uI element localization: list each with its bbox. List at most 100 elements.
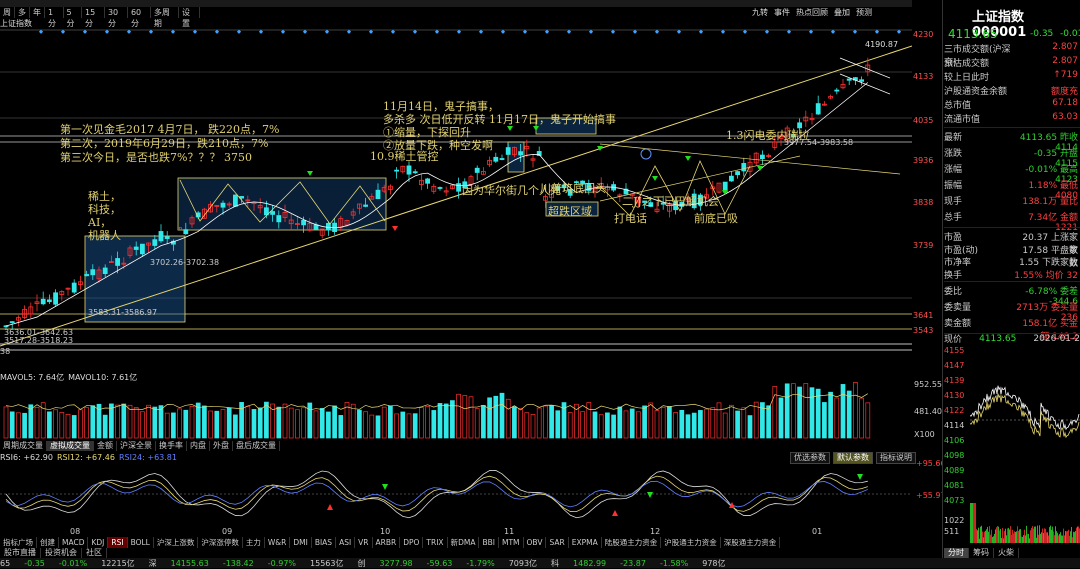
indicator-tab[interactable]: 沪深上涨数 [154, 537, 199, 548]
period-tab[interactable]: 周 [0, 7, 15, 18]
mini-chart-header: 现价 4113.65 2026-01-2 [944, 332, 1080, 346]
mini-tab[interactable]: 筹码 [969, 548, 994, 558]
indicator-tab[interactable]: MTM [499, 537, 524, 548]
indicator-tab[interactable]: DMI [290, 537, 312, 548]
toolbar-item[interactable]: 热点回顾 [796, 7, 828, 18]
toolbar-item[interactable]: 事件 [774, 7, 790, 18]
indicator-tab[interactable]: TRIX [423, 537, 448, 548]
volume-bar [691, 412, 697, 439]
period-tab[interactable]: 30分 [105, 7, 128, 28]
indicator-tab[interactable]: 沪股通主力资金 [661, 537, 721, 548]
mini-tick: 4139 [944, 376, 965, 385]
mini-volume-bar [1057, 532, 1058, 543]
volume-tab[interactable]: 外盘 [210, 441, 233, 451]
indicator-tab[interactable]: MACD [59, 537, 89, 548]
indicator-tab[interactable]: 新DMA [448, 537, 480, 548]
mini-volume-bar [985, 530, 986, 543]
indicator-tab[interactable]: 主力 [243, 537, 265, 548]
mini-volume-bar [1050, 525, 1051, 543]
indicator-tab[interactable]: ASI [336, 537, 356, 548]
indicator-tab[interactable]: 沪深涨停数 [198, 537, 243, 548]
period-tab[interactable]: 设置 [179, 7, 201, 28]
toolbar-item[interactable]: 预测 [856, 7, 872, 18]
mini-tab[interactable]: 分时 [944, 548, 969, 558]
indicator-tab[interactable]: BIAS [312, 537, 337, 548]
volume-bar [617, 406, 623, 439]
quote-separator [944, 127, 1080, 128]
volume-bar [16, 412, 21, 439]
annotation-line: 机器人 [88, 229, 121, 242]
mini-volume-bar [1067, 530, 1068, 543]
period-tab[interactable]: 多 [15, 7, 30, 18]
price-tick: 3838 [913, 198, 934, 207]
quote-value: ↑719 [1053, 70, 1078, 80]
rsi-chart[interactable] [0, 464, 912, 526]
toolbar-item[interactable]: 九转 [752, 7, 768, 18]
volume-tab[interactable]: 盘后成交量 [233, 441, 280, 451]
indicator-tab[interactable]: W&R [265, 537, 291, 548]
annotation-line: 第一次见金毛2017 4月7日， 跌220点，7% [60, 123, 280, 136]
indicator-tab[interactable]: KDJ [88, 537, 109, 548]
volume-bar [809, 387, 815, 439]
indicator-tab[interactable]: 指标广场 [0, 537, 37, 548]
candle-body [499, 158, 505, 160]
volume-tab[interactable]: 金额 [94, 441, 117, 451]
indicator-tab[interactable]: RSI [108, 537, 128, 548]
volume-bar [487, 397, 492, 439]
indicator-tab[interactable]: 创建 [37, 537, 59, 548]
indicator-tab[interactable]: SAR [546, 537, 569, 548]
mini-volume-bar [983, 537, 984, 543]
period-tab[interactable]: 60分 [128, 7, 151, 28]
period-tab[interactable]: 15分 [82, 7, 105, 28]
month-label: 12 [650, 527, 661, 536]
mini-volume-bar [1053, 531, 1054, 543]
indicator-tab[interactable]: 陆股通主力资金 [602, 537, 662, 548]
indicator-tab[interactable]: DPO [400, 537, 424, 548]
volume-bar [592, 411, 598, 439]
volume-tab[interactable]: 换手率 [156, 441, 187, 451]
candlestick-chart[interactable] [0, 26, 912, 370]
bottom-tab[interactable]: 投资机会 [41, 548, 82, 558]
mini-volume-bar [1011, 534, 1012, 543]
indicator-tab[interactable]: BBI [479, 537, 499, 548]
volume-tab[interactable]: 周期成交量 [0, 441, 47, 451]
quote-value: 2713万 委买量 236 [1016, 303, 1078, 323]
bottom-tab[interactable]: 社区 [82, 548, 107, 558]
quote-row: 沪股通资金余额 额度充 [944, 84, 1080, 98]
status-value: -0.97% [267, 558, 297, 568]
rsi-param-button[interactable]: 默认参数 [833, 452, 873, 464]
mini-tab[interactable]: 火柴 [994, 548, 1019, 558]
volume-chart[interactable] [0, 380, 912, 440]
candle-body [84, 274, 89, 277]
toolbar-item[interactable]: 叠加 [834, 7, 850, 18]
volume-tab[interactable]: 虚拟成交量 [47, 441, 94, 451]
quote-separator [944, 281, 1080, 282]
period-tab[interactable]: 1分 [45, 7, 64, 28]
indicator-tab[interactable]: OBV [524, 537, 547, 548]
indicator-tab[interactable]: VR [355, 537, 373, 548]
quote-value: -0.01% 最高 4123 [1025, 165, 1078, 185]
volume-bar [673, 412, 678, 439]
indicator-tab[interactable]: 深股通主力资金 [721, 537, 781, 548]
indicator-tab[interactable]: BOLL [128, 537, 154, 548]
annotation-rare-earth: 稀土， 科技， AI， 机器人 [88, 190, 121, 242]
bottom-tab[interactable]: 股市直播 [0, 548, 41, 558]
channel-line [839, 73, 891, 95]
volume-bar [332, 405, 337, 439]
mini-volume-bar [1070, 531, 1071, 543]
intraday-mini-chart[interactable] [970, 345, 1080, 545]
rsi-param-button[interactable]: 优选参数 [790, 452, 830, 464]
volume-bar [78, 409, 83, 439]
indicator-tab[interactable]: ARBR [373, 537, 401, 548]
rsi-param-buttons: 优选参数 默认参数 指标说明 [790, 452, 916, 464]
volume-bar [822, 402, 827, 439]
period-tab[interactable]: 年 [30, 7, 45, 18]
volume-bar [319, 408, 325, 439]
indicator-tab[interactable]: EXPMA [569, 537, 602, 548]
volume-tab[interactable]: 内盘 [187, 441, 210, 451]
volume-tab[interactable]: 沪深全景 [117, 441, 156, 451]
period-tab[interactable]: 5分 [64, 7, 82, 28]
period-tab[interactable]: 多周期 [151, 7, 179, 28]
mini-volume-bar [992, 537, 993, 543]
rsi-param-button[interactable]: 指标说明 [876, 452, 916, 464]
